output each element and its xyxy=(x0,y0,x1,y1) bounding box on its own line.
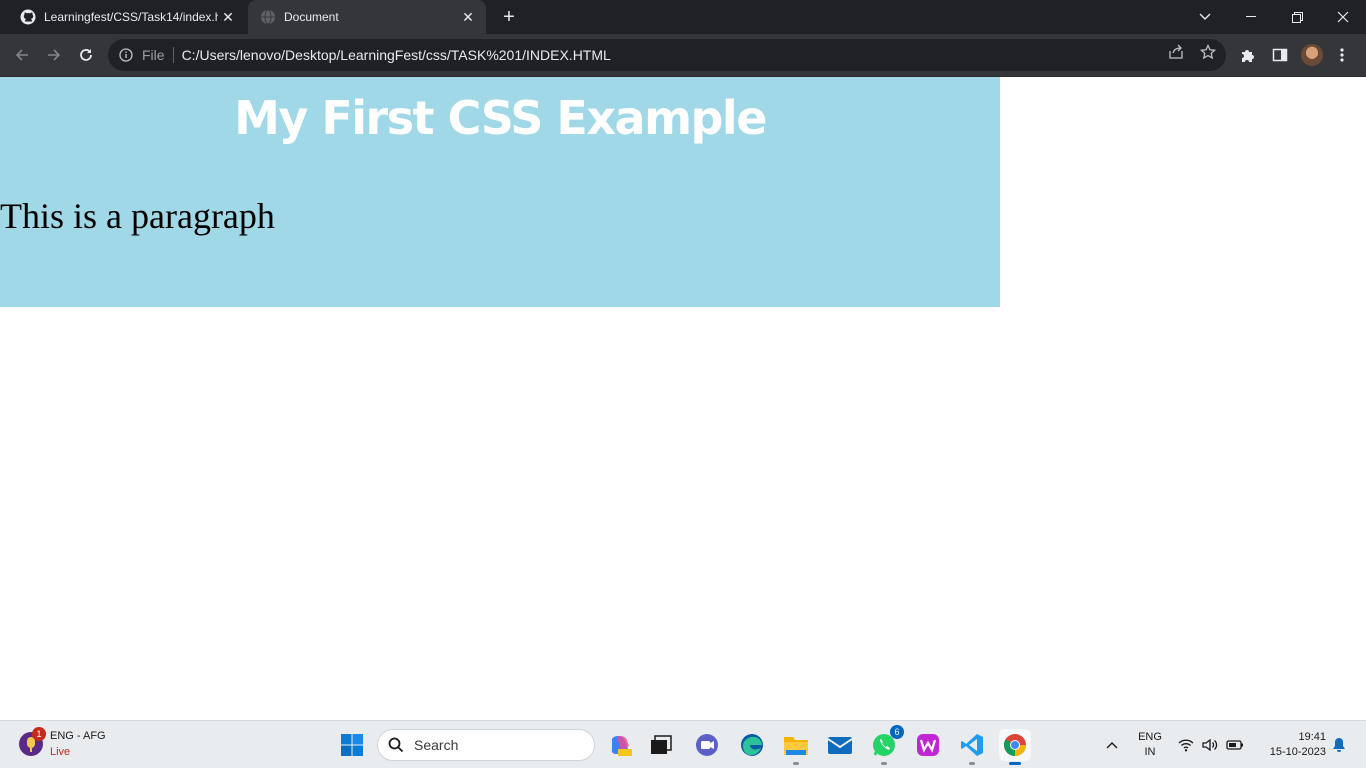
tab-strip: Learningfest/CSS/Task14/index.h ✕ Docume… xyxy=(0,0,1366,34)
close-window-button[interactable] xyxy=(1320,0,1366,34)
vscode-icon xyxy=(961,734,983,756)
content-panel: My First CSS Example This is a paragraph xyxy=(0,77,1000,307)
reload-icon xyxy=(80,49,92,61)
show-hidden-icons-button[interactable] xyxy=(1102,735,1122,755)
extensions-button[interactable] xyxy=(1238,45,1258,65)
wps-office-app[interactable] xyxy=(912,729,944,761)
close-icon xyxy=(1337,11,1349,23)
widget-button[interactable]: 1 xyxy=(18,727,46,757)
star-icon xyxy=(1200,44,1216,60)
volume-icon xyxy=(1202,738,1218,752)
mail-icon xyxy=(827,737,853,754)
file-explorer-app[interactable] xyxy=(780,729,812,765)
close-icon[interactable]: ✕ xyxy=(458,7,478,27)
url-text[interactable]: C:/Users/lenovo/Desktop/LearningFest/css… xyxy=(182,47,611,63)
new-tab-button[interactable]: + xyxy=(497,7,521,27)
windows-taskbar: 1 ENG - AFG Live Search 6 ENG IN 19:41 1… xyxy=(0,720,1366,768)
whatsapp-app[interactable]: 6 xyxy=(868,725,904,765)
running-indicator xyxy=(793,762,799,765)
info-icon[interactable] xyxy=(118,47,134,63)
chat-icon xyxy=(696,734,718,756)
browser-toolbar: File C:/Users/lenovo/Desktop/LearningFes… xyxy=(0,34,1366,77)
reload-button[interactable] xyxy=(74,43,98,67)
web-page: My First CSS Example This is a paragraph xyxy=(0,77,1366,720)
page-heading: My First CSS Example xyxy=(234,91,767,145)
start-button[interactable] xyxy=(336,729,368,761)
teams-chat-app[interactable] xyxy=(691,729,723,761)
language-code: ENG xyxy=(1138,731,1162,743)
language-indicator[interactable]: ENG IN xyxy=(1134,730,1166,760)
share-button[interactable] xyxy=(1166,42,1186,62)
tab-search-button[interactable] xyxy=(1182,0,1228,34)
mail-app[interactable] xyxy=(824,729,856,761)
tab-learningfest[interactable]: Learningfest/CSS/Task14/index.h ✕ xyxy=(8,0,246,34)
tab-document[interactable]: Document ✕ xyxy=(248,0,486,34)
profile-avatar[interactable] xyxy=(1301,44,1323,66)
puzzle-icon xyxy=(1242,50,1254,62)
clock-date: 15-10-2023 xyxy=(1269,746,1326,758)
chrome-icon xyxy=(1004,734,1026,756)
bookmark-button[interactable] xyxy=(1198,42,1218,62)
back-button[interactable] xyxy=(10,43,34,67)
address-bar[interactable]: File C:/Users/lenovo/Desktop/LearningFes… xyxy=(108,39,1226,71)
globe-icon xyxy=(260,9,276,25)
arrow-right-icon xyxy=(48,49,61,61)
github-icon xyxy=(20,9,36,25)
forward-button[interactable] xyxy=(42,43,66,67)
clock[interactable]: 19:41 15-10-2023 xyxy=(1258,730,1328,760)
notifications-button[interactable] xyxy=(1330,736,1348,754)
tab-title: Document xyxy=(284,10,339,24)
more-vert-icon xyxy=(1340,48,1344,62)
search-label: Search xyxy=(414,737,459,753)
close-icon[interactable]: ✕ xyxy=(218,7,238,27)
widget-status: Live xyxy=(50,746,71,758)
restore-icon xyxy=(1291,11,1303,23)
search-icon xyxy=(388,737,404,753)
chevron-up-icon xyxy=(1106,742,1118,749)
edge-app[interactable] xyxy=(736,729,768,761)
side-panel-button[interactable] xyxy=(1270,45,1290,65)
folder-icon xyxy=(784,737,808,755)
copilot-app[interactable] xyxy=(604,729,636,761)
minimize-button[interactable] xyxy=(1228,0,1274,34)
tab-title: Learningfest/CSS/Task14/index.h xyxy=(44,10,218,24)
divider xyxy=(172,47,174,63)
task-view-app[interactable] xyxy=(645,729,677,761)
menu-button[interactable] xyxy=(1332,45,1352,65)
minimize-icon xyxy=(1246,16,1256,17)
wps-icon xyxy=(917,734,939,756)
running-indicator xyxy=(969,762,975,765)
task-view-icon xyxy=(651,735,672,754)
active-indicator xyxy=(1009,762,1021,765)
copilot-icon xyxy=(611,736,632,756)
restore-button[interactable] xyxy=(1274,0,1320,34)
page-paragraph: This is a paragraph xyxy=(0,196,275,236)
region-code: IN xyxy=(1144,746,1156,758)
side-panel-icon xyxy=(1272,48,1288,62)
taskbar-search[interactable]: Search xyxy=(377,729,595,761)
edge-icon xyxy=(741,734,763,756)
clock-time: 19:41 xyxy=(1298,731,1326,743)
scheme-label: File xyxy=(142,47,165,63)
windows-icon xyxy=(341,734,363,756)
vscode-app[interactable] xyxy=(956,729,988,765)
bell-icon xyxy=(1333,738,1345,752)
share-icon xyxy=(1169,44,1183,59)
arrow-left-icon xyxy=(15,49,28,61)
chrome-app[interactable] xyxy=(999,729,1031,765)
chevron-down-icon xyxy=(1199,13,1211,20)
battery-icon xyxy=(1226,740,1243,750)
running-indicator xyxy=(881,762,887,765)
quick-settings-button[interactable] xyxy=(1178,735,1248,755)
notification-badge: 1 xyxy=(32,727,46,741)
unread-badge: 6 xyxy=(890,725,904,739)
widget-title: ENG - AFG xyxy=(50,730,106,742)
wifi-icon xyxy=(1178,739,1194,752)
